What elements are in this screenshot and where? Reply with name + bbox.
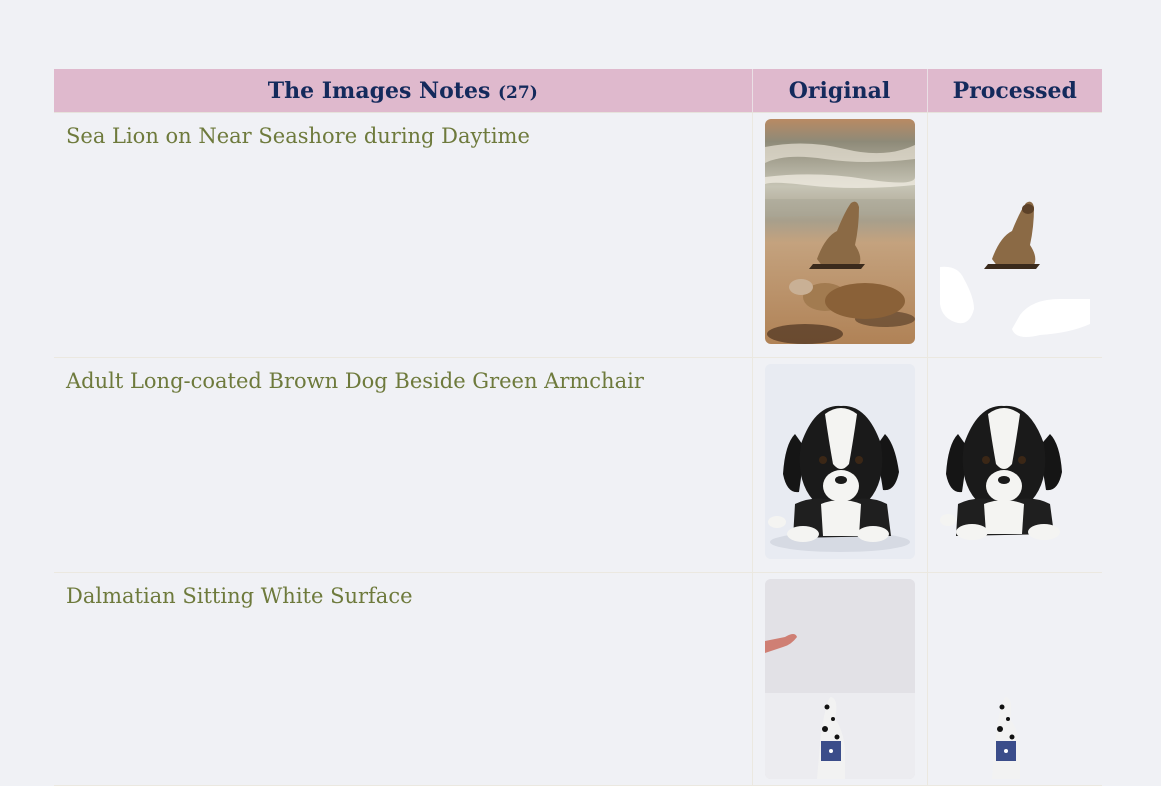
notes-count-badge: (27): [498, 82, 538, 103]
note-title[interactable]: Sea Lion on Near Seashore during Daytime: [66, 124, 530, 148]
images-notes-table: The Images Notes (27) Original Processed…: [54, 69, 1102, 786]
original-image-cell: [752, 357, 928, 573]
images-notes-table-container: The Images Notes (27) Original Processed…: [54, 69, 1102, 786]
processed-column-header[interactable]: Processed: [927, 69, 1102, 113]
note-title[interactable]: Dalmatian Sitting White Surface: [66, 584, 413, 608]
table-row: Adult Long-coated Brown Dog Beside Green…: [54, 357, 1102, 573]
sea-lion-cutout[interactable]: [939, 119, 1090, 344]
processed-image-cell: [927, 112, 1102, 358]
notes-header-label: The Images Notes: [267, 77, 491, 104]
note-title-cell: Dalmatian Sitting White Surface: [54, 572, 753, 786]
puppy-photo[interactable]: [764, 364, 915, 559]
processed-image-cell: [927, 572, 1102, 786]
original-image-cell: [752, 572, 928, 786]
note-title-cell: Adult Long-coated Brown Dog Beside Green…: [54, 357, 753, 573]
processed-image-cell: [927, 357, 1102, 573]
dalmatian-cutout[interactable]: [940, 579, 1090, 779]
notes-column-header[interactable]: The Images Notes (27): [54, 69, 753, 113]
table-row: Dalmatian Sitting White Surface: [54, 572, 1102, 786]
table-row: Sea Lion on Near Seashore during Daytime: [54, 112, 1102, 358]
original-image-cell: [752, 112, 928, 358]
note-title[interactable]: Adult Long-coated Brown Dog Beside Green…: [66, 369, 644, 393]
puppy-cutout[interactable]: [939, 364, 1090, 559]
original-column-header[interactable]: Original: [752, 69, 928, 113]
note-title-cell: Sea Lion on Near Seashore during Daytime: [54, 112, 753, 358]
table-header-row: The Images Notes (27) Original Processed: [54, 69, 1102, 113]
sea-lion-photo[interactable]: [764, 119, 915, 344]
dalmatian-photo[interactable]: [764, 579, 915, 779]
